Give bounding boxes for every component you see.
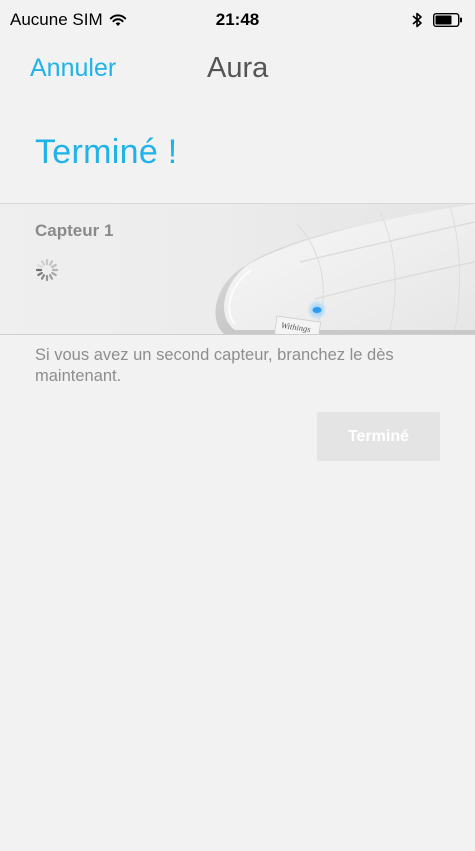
sensor-panel: Capteur 1 Withings (0, 203, 475, 335)
status-right (412, 11, 463, 29)
wifi-icon (109, 13, 127, 27)
nav-title: Aura (207, 52, 269, 84)
battery-icon (433, 13, 463, 27)
page-title: Terminé ! (35, 133, 178, 171)
bluetooth-icon (412, 11, 423, 29)
sensor-pad-illustration: Withings (205, 204, 475, 334)
loading-spinner-icon (35, 258, 59, 287)
screen: Aucune SIM 21:48 Annuler Aura Terminé ! … (0, 0, 475, 851)
carrier-label: Aucune SIM (10, 10, 103, 29)
sensor-label: Capteur 1 (35, 221, 114, 240)
cancel-button[interactable]: Annuler (30, 54, 116, 83)
instruction-text: Si vous avez un second capteur, branchez… (35, 346, 394, 385)
done-button[interactable]: Terminé (317, 412, 440, 461)
status-bar: Aucune SIM 21:48 (0, 0, 475, 40)
navigation-bar: Annuler Aura (0, 40, 475, 96)
status-left: Aucune SIM (10, 10, 127, 30)
